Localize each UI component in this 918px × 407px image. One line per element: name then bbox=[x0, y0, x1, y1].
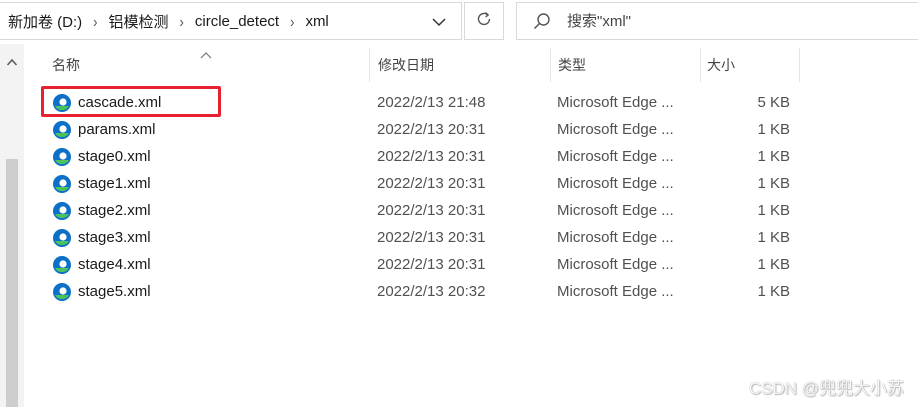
file-type: Microsoft Edge ... bbox=[557, 229, 674, 246]
column-divider[interactable] bbox=[799, 48, 800, 82]
file-row[interactable]: stage0.xml 2022/2/13 20:31 Microsoft Edg… bbox=[0, 143, 918, 170]
microsoft-edge-icon bbox=[52, 282, 72, 302]
column-header-type[interactable]: 类型 bbox=[550, 48, 700, 82]
file-date: 2022/2/13 20:31 bbox=[377, 121, 486, 138]
file-row[interactable]: params.xml 2022/2/13 20:31 Microsoft Edg… bbox=[0, 116, 918, 143]
search-input[interactable] bbox=[565, 11, 869, 31]
breadcrumb-folder-xml[interactable]: xml bbox=[305, 13, 328, 30]
breadcrumb-folder-circle-detect[interactable]: circle_detect bbox=[195, 13, 279, 30]
file-date: 2022/2/13 21:48 bbox=[377, 94, 486, 111]
file-size: 1 KB bbox=[757, 202, 790, 219]
file-size: 1 KB bbox=[757, 175, 790, 192]
microsoft-edge-icon bbox=[52, 228, 72, 248]
file-size: 1 KB bbox=[757, 256, 790, 273]
address-bar[interactable]: 新加卷 (D:) › 铝模检测 › circle_detect › xml bbox=[0, 2, 462, 40]
refresh-button[interactable] bbox=[464, 2, 504, 40]
toolbar: 新加卷 (D:) › 铝模检测 › circle_detect › xml bbox=[0, 0, 918, 44]
file-type: Microsoft Edge ... bbox=[557, 148, 674, 165]
microsoft-edge-icon bbox=[52, 120, 72, 140]
chevron-right-icon[interactable]: › bbox=[93, 12, 97, 30]
chevron-right-icon[interactable]: › bbox=[290, 12, 294, 30]
file-date: 2022/2/13 20:31 bbox=[377, 148, 486, 165]
column-header-size-label: 大小 bbox=[707, 57, 735, 73]
file-name: params.xml bbox=[78, 121, 156, 138]
file-type: Microsoft Edge ... bbox=[557, 94, 674, 111]
refresh-icon bbox=[475, 10, 493, 33]
file-type: Microsoft Edge ... bbox=[557, 175, 674, 192]
file-row[interactable]: stage1.xml 2022/2/13 20:31 Microsoft Edg… bbox=[0, 170, 918, 197]
file-name: stage2.xml bbox=[78, 202, 151, 219]
file-name: stage5.xml bbox=[78, 283, 151, 300]
file-type: Microsoft Edge ... bbox=[557, 121, 674, 138]
file-list: cascade.xml 2022/2/13 21:48 Microsoft Ed… bbox=[0, 89, 918, 305]
file-row[interactable]: stage2.xml 2022/2/13 20:31 Microsoft Edg… bbox=[0, 197, 918, 224]
file-date: 2022/2/13 20:31 bbox=[377, 175, 486, 192]
search-box[interactable] bbox=[516, 2, 918, 40]
microsoft-edge-icon bbox=[52, 201, 72, 221]
microsoft-edge-icon bbox=[52, 147, 72, 167]
file-name: stage4.xml bbox=[78, 256, 151, 273]
chevron-right-icon[interactable]: › bbox=[180, 12, 184, 30]
file-date: 2022/2/13 20:32 bbox=[377, 283, 486, 300]
file-size: 5 KB bbox=[757, 94, 790, 111]
file-row[interactable]: stage5.xml 2022/2/13 20:32 Microsoft Edg… bbox=[0, 278, 918, 305]
file-name: stage0.xml bbox=[78, 148, 151, 165]
chevron-down-icon[interactable] bbox=[428, 11, 450, 33]
breadcrumb-drive[interactable]: 新加卷 (D:) bbox=[8, 11, 82, 32]
highlight-box bbox=[41, 86, 221, 117]
column-header-name[interactable]: 名称 bbox=[44, 48, 369, 82]
file-date: 2022/2/13 20:31 bbox=[377, 256, 486, 273]
microsoft-edge-icon bbox=[52, 255, 72, 275]
scroll-up-arrow-icon[interactable] bbox=[6, 54, 18, 66]
file-size: 1 KB bbox=[757, 121, 790, 138]
column-headers: 名称 修改日期 类型 大小 bbox=[24, 48, 918, 82]
file-date: 2022/2/13 20:31 bbox=[377, 229, 486, 246]
column-header-date[interactable]: 修改日期 bbox=[370, 48, 550, 82]
search-icon bbox=[531, 10, 553, 32]
file-size: 1 KB bbox=[757, 148, 790, 165]
file-name: stage3.xml bbox=[78, 229, 151, 246]
column-header-size[interactable]: 大小 bbox=[699, 48, 799, 82]
microsoft-edge-icon bbox=[52, 174, 72, 194]
breadcrumb-folder-lvmo[interactable]: 铝模检测 bbox=[109, 11, 169, 32]
column-header-name-label: 名称 bbox=[52, 57, 80, 73]
file-row[interactable]: stage4.xml 2022/2/13 20:31 Microsoft Edg… bbox=[0, 251, 918, 278]
file-name: stage1.xml bbox=[78, 175, 151, 192]
file-date: 2022/2/13 20:31 bbox=[377, 202, 486, 219]
column-header-date-label: 修改日期 bbox=[378, 57, 434, 73]
watermark: CSDN @兜兜大小苏 bbox=[748, 379, 904, 398]
file-type: Microsoft Edge ... bbox=[557, 202, 674, 219]
file-type: Microsoft Edge ... bbox=[557, 283, 674, 300]
file-row[interactable]: stage3.xml 2022/2/13 20:31 Microsoft Edg… bbox=[0, 224, 918, 251]
file-size: 1 KB bbox=[757, 229, 790, 246]
file-type: Microsoft Edge ... bbox=[557, 256, 674, 273]
file-size: 1 KB bbox=[757, 283, 790, 300]
column-header-type-label: 类型 bbox=[558, 57, 586, 73]
